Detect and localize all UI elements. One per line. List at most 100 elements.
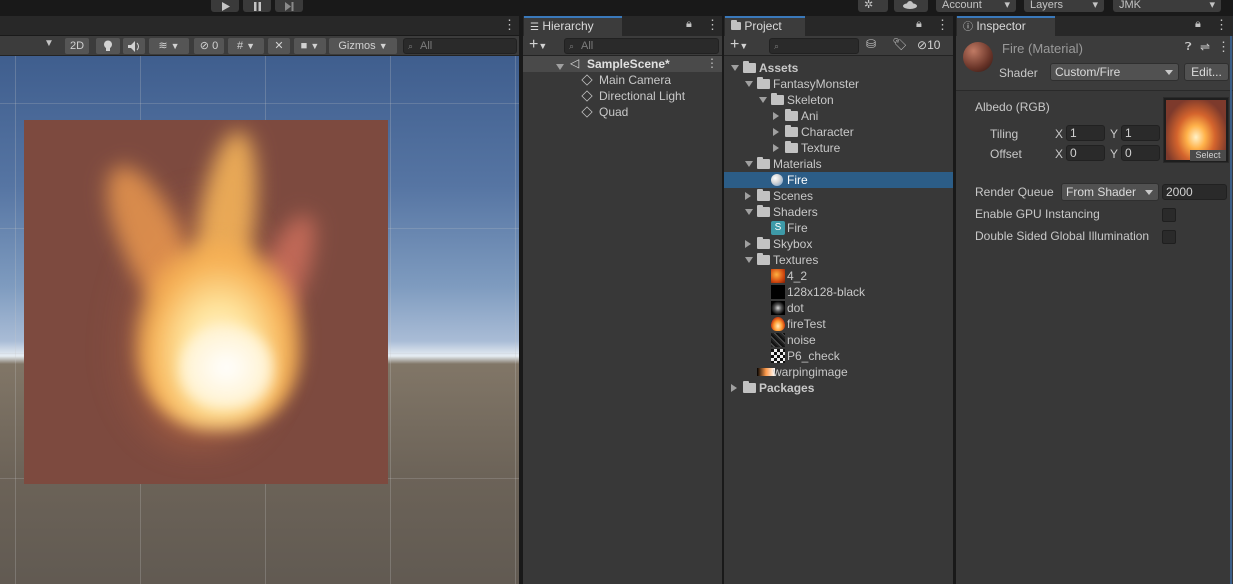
render-queue-field[interactable]: 2000: [1162, 184, 1227, 200]
project-tree-item[interactable]: Assets: [724, 60, 953, 76]
lock-icon[interactable]: 🔒︎: [916, 18, 922, 31]
project-tree-item[interactable]: Textures: [724, 252, 953, 268]
double-sided-gi-checkbox[interactable]: [1162, 230, 1176, 244]
scene-header-row[interactable]: ◁ SampleScene* ⋮: [523, 56, 722, 72]
project-tree-item[interactable]: noise: [724, 332, 953, 348]
lock-icon[interactable]: 🔒︎: [686, 18, 692, 31]
hidden-packages-toggle[interactable]: ⊘10: [917, 38, 940, 52]
chevron-down-icon[interactable]: [759, 92, 767, 108]
panel-menu-icon[interactable]: ⋮: [706, 17, 719, 33]
chevron-down-icon[interactable]: [731, 60, 739, 76]
chevron-right-icon[interactable]: [773, 108, 779, 124]
scene-viewport[interactable]: [0, 56, 519, 584]
project-tree-item[interactable]: 4_2: [724, 268, 953, 284]
chevron-right-icon[interactable]: [731, 380, 737, 396]
project-tree-item[interactable]: dot: [724, 300, 953, 316]
project-tree-item[interactable]: Materials: [724, 156, 953, 172]
project-tree-item[interactable]: fireTest: [724, 316, 953, 332]
project-tree-item[interactable]: warpingimage: [724, 364, 953, 380]
tab-inspector[interactable]: ⓘ Inspector: [957, 16, 1055, 36]
chevron-down-icon[interactable]: [745, 204, 753, 220]
project-tree-item[interactable]: Texture: [724, 140, 953, 156]
gpu-instancing-checkbox[interactable]: [1162, 208, 1176, 222]
chevron-right-icon[interactable]: [773, 124, 779, 140]
offset-x-field[interactable]: 0: [1066, 145, 1105, 161]
tab-project[interactable]: Project: [725, 16, 805, 36]
project-tree-item[interactable]: 128x128-black: [724, 284, 953, 300]
hierarchy-item[interactable]: Main Camera: [581, 72, 671, 88]
chevron-right-icon[interactable]: [773, 140, 779, 156]
play-button[interactable]: [211, 0, 239, 12]
hierarchy-item[interactable]: Quad: [581, 104, 628, 120]
project-tree-item[interactable]: S Fire: [724, 220, 953, 236]
shader-dropdown[interactable]: Custom/Fire: [1050, 63, 1179, 81]
collab-button[interactable]: ✲: [858, 0, 888, 12]
lock-icon[interactable]: 🔒︎: [1195, 18, 1201, 31]
project-tree-item[interactable]: Ani: [724, 108, 953, 124]
gizmos-dropdown[interactable]: Gizmos ▼: [329, 38, 397, 54]
panel-menu-icon[interactable]: ⋮: [936, 17, 949, 33]
layers-dropdown[interactable]: Layers ▾: [1024, 0, 1104, 12]
audio-toggle-button[interactable]: [123, 38, 145, 54]
fire-quad[interactable]: [24, 120, 388, 484]
project-item-icon-wrap: [757, 252, 770, 268]
project-hidden-count: 10: [927, 38, 941, 52]
chevron-down-icon: ▾: [1209, 0, 1215, 11]
chevron-down-icon[interactable]: [745, 156, 753, 172]
edit-shader-button[interactable]: Edit...: [1184, 63, 1229, 81]
hierarchy-search-input[interactable]: ⌕ All: [564, 38, 719, 54]
tab-hierarchy[interactable]: ☰ Hierarchy: [524, 16, 622, 36]
project-tree-item[interactable]: Scenes: [724, 188, 953, 204]
chevron-right-icon[interactable]: [745, 188, 751, 204]
pause-button[interactable]: [243, 0, 271, 12]
offset-y-label: Y: [1110, 147, 1119, 161]
2d-toggle-button[interactable]: 2D: [65, 38, 89, 54]
filter-by-type-icon[interactable]: ⛁: [866, 37, 876, 51]
project-tree-item[interactable]: Skybox: [724, 236, 953, 252]
albedo-texture-slot[interactable]: Select: [1163, 97, 1229, 163]
scene-search-input[interactable]: ⌕ All: [403, 38, 517, 54]
render-queue-dropdown[interactable]: From Shader: [1061, 183, 1159, 201]
account-dropdown[interactable]: Account ▾: [936, 0, 1016, 12]
tools-button[interactable]: ✕: [268, 38, 290, 54]
inspector-scrollbar[interactable]: [1230, 36, 1232, 584]
project-tree-item[interactable]: P6_check: [724, 348, 953, 364]
scene-menu-icon[interactable]: ⋮: [706, 56, 718, 70]
effects-dropdown[interactable]: ≋ ▼: [149, 38, 189, 54]
camera-dropdown[interactable]: ■ ▼: [294, 38, 326, 54]
create-asset-button[interactable]: +▼: [730, 36, 748, 54]
project-item-icon-wrap: [743, 380, 756, 396]
layout-dropdown[interactable]: JMK ▾: [1113, 0, 1221, 12]
project-search-input[interactable]: ⌕: [769, 38, 859, 54]
panel-menu-icon[interactable]: ⋮: [503, 17, 516, 33]
panel-menu-icon[interactable]: ⋮: [1215, 17, 1228, 33]
hierarchy-item[interactable]: Directional Light: [581, 88, 685, 104]
cloud-button[interactable]: [894, 0, 928, 12]
project-tree-item[interactable]: Character: [724, 124, 953, 140]
texture-select-button[interactable]: Select: [1190, 150, 1226, 161]
chevron-right-icon[interactable]: [745, 236, 751, 252]
filter-by-label-icon[interactable]: 🏷︎: [892, 37, 907, 51]
project-tree-item[interactable]: Shaders: [724, 204, 953, 220]
chevron-down-icon[interactable]: ▼: [44, 38, 54, 49]
project-tree-item[interactable]: Fire: [724, 172, 953, 188]
project-item-icon-wrap: [757, 188, 770, 204]
chevron-down-icon[interactable]: [745, 76, 753, 92]
component-menu-icon[interactable]: ⋮: [1217, 39, 1230, 55]
project-item-label: 4_2: [787, 269, 808, 283]
project-item-icon-wrap: [771, 316, 785, 332]
step-button[interactable]: [275, 0, 303, 12]
add-object-button[interactable]: +▼: [529, 36, 547, 54]
tiling-y-field[interactable]: 1: [1121, 125, 1160, 141]
chevron-down-icon[interactable]: [745, 252, 753, 268]
presets-icon[interactable]: ⇌: [1200, 40, 1210, 54]
project-tree-item[interactable]: Skeleton: [724, 92, 953, 108]
lighting-toggle-button[interactable]: [96, 38, 120, 54]
offset-y-field[interactable]: 0: [1121, 145, 1160, 161]
help-icon[interactable]: ❓︎: [1185, 41, 1192, 54]
project-tree-item[interactable]: Packages: [724, 380, 953, 396]
tiling-x-field[interactable]: 1: [1066, 125, 1105, 141]
scene-visibility-button[interactable]: ⊘ 0: [194, 38, 224, 54]
project-tree-item[interactable]: FantasyMonster: [724, 76, 953, 92]
grid-snapping-dropdown[interactable]: # ▼: [228, 38, 264, 54]
